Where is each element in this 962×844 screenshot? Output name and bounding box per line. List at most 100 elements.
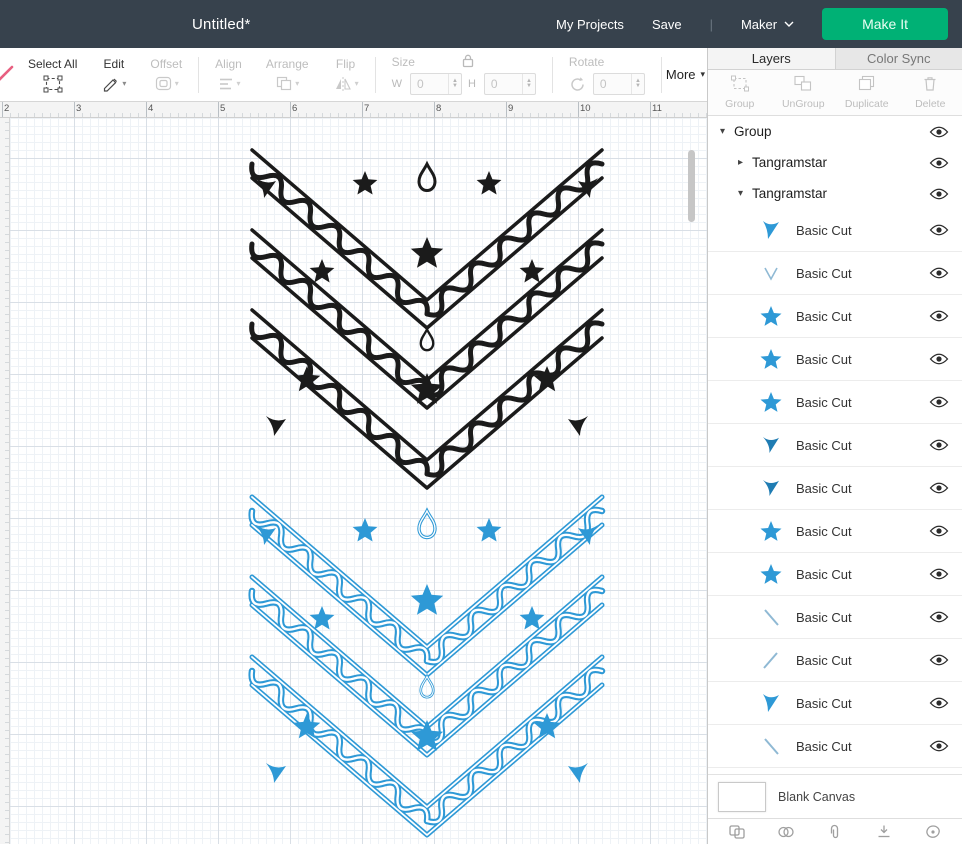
group-icon: [730, 75, 750, 95]
ruler-label: 3: [76, 103, 82, 114]
layer-group-row[interactable]: ▸ Tangramstar: [708, 147, 962, 178]
layer-group-row[interactable]: ▾ Tangramstar: [708, 178, 962, 209]
ruler-label: 10: [580, 103, 591, 114]
arrange-icon: [277, 76, 292, 91]
caret-icon[interactable]: ▾: [738, 188, 752, 199]
ruler-label: 11: [652, 103, 662, 114]
caret-icon[interactable]: ▸: [738, 157, 752, 168]
eye-icon[interactable]: [929, 188, 949, 200]
layer-list: ▾ Group ▸ Tangramstar ▾ Tangramstar Basi…: [708, 116, 962, 774]
layer-item-row[interactable]: Basic Cut: [708, 252, 962, 295]
edit-toolbar: Select All Edit ▾ Offset ▾ Align ▾ Arran…: [0, 48, 707, 102]
more-button[interactable]: More ▾: [666, 67, 705, 82]
layer-label: Basic Cut: [796, 652, 852, 668]
chevron-down-icon: ▾: [236, 78, 241, 88]
design-canvas[interactable]: [10, 118, 707, 844]
eye-icon[interactable]: [929, 126, 949, 138]
layer-item-row[interactable]: Basic Cut: [708, 553, 962, 596]
eye-icon[interactable]: [929, 439, 949, 451]
app-header: Untitled* My Projects Save | Maker Make …: [0, 0, 962, 48]
layer-item-row[interactable]: Basic Cut: [708, 510, 962, 553]
toolbar-separator: [198, 56, 200, 93]
make-it-button[interactable]: Make It: [822, 8, 948, 40]
machine-selector[interactable]: Maker: [741, 17, 794, 32]
eye-icon[interactable]: [929, 396, 949, 408]
size-controls: Size W 0 ▲ ▼ H 0 ▲ ▼: [380, 53, 548, 95]
eye-icon[interactable]: [929, 267, 949, 279]
layer-item-row[interactable]: Basic Cut: [708, 467, 962, 510]
height-input[interactable]: 0 ▲ ▼: [483, 72, 536, 95]
layer-label: Basic Cut: [796, 695, 852, 711]
eye-icon[interactable]: [929, 482, 949, 494]
group-action-button[interactable]: Group: [708, 70, 772, 115]
eye-icon[interactable]: [929, 224, 949, 236]
select-all-button[interactable]: Select All: [16, 57, 89, 93]
arrange-button[interactable]: Arrange ▾: [254, 57, 321, 93]
stepper-arrows[interactable]: ▲ ▼: [521, 73, 535, 94]
eye-icon[interactable]: [929, 740, 949, 752]
canvas-object-blue-pattern[interactable]: [248, 494, 606, 838]
document-title[interactable]: Untitled*: [192, 16, 251, 33]
delete-action-button[interactable]: Delete: [899, 70, 962, 115]
attach-icon[interactable]: [826, 824, 844, 840]
tab-layers[interactable]: Layers: [708, 48, 835, 69]
layer-label: Basic Cut: [796, 523, 852, 539]
layer-item-row[interactable]: Basic Cut: [708, 596, 962, 639]
eye-icon[interactable]: [929, 697, 949, 709]
save-link[interactable]: Save: [652, 17, 682, 32]
horizontal-ruler: 2 3 4 5 6 7 8 9 10 11: [0, 102, 707, 118]
chevron-down-icon: ▾: [354, 78, 359, 88]
duplicate-action-button[interactable]: Duplicate: [835, 70, 899, 115]
slice-icon[interactable]: [728, 824, 746, 840]
eye-icon[interactable]: [929, 310, 949, 322]
eye-icon[interactable]: [929, 157, 949, 169]
flip-button[interactable]: Flip ▾: [321, 57, 371, 93]
ruler-label: 5: [220, 103, 226, 114]
layer-label: Basic Cut: [796, 480, 852, 496]
layer-thumbnail: [758, 475, 784, 501]
flatten-icon[interactable]: [875, 824, 893, 840]
layer-item-row[interactable]: Basic Cut: [708, 639, 962, 682]
pen-tool-icon[interactable]: [0, 62, 16, 88]
blank-canvas-row[interactable]: Blank Canvas: [708, 774, 962, 818]
chevron-down-icon: [784, 21, 794, 27]
layer-item-row[interactable]: Basic Cut: [708, 209, 962, 252]
eye-icon[interactable]: [929, 654, 949, 666]
layer-item-row[interactable]: Basic Cut: [708, 381, 962, 424]
stepper-arrows[interactable]: ▲ ▼: [447, 73, 461, 94]
layer-item-row[interactable]: Basic Cut: [708, 338, 962, 381]
rotate-input[interactable]: 0 ▲ ▼: [592, 72, 645, 95]
align-button[interactable]: Align ▾: [203, 57, 254, 93]
ungroup-action-button[interactable]: UnGroup: [772, 70, 836, 115]
layer-item-row[interactable]: Basic Cut: [708, 682, 962, 725]
canvas-scrollbar[interactable]: [688, 150, 695, 222]
layer-item-row[interactable]: Basic Cut: [708, 295, 962, 338]
contour-icon[interactable]: [924, 824, 942, 840]
ruler-label: 6: [292, 103, 298, 114]
layer-label: Basic Cut: [796, 566, 852, 582]
rotate-icon: [571, 76, 584, 91]
canvas-color-swatch[interactable]: [718, 781, 766, 812]
tab-color-sync[interactable]: Color Sync: [834, 48, 962, 69]
rotate-label: Rotate: [568, 55, 605, 69]
caret-icon[interactable]: ▾: [720, 126, 734, 137]
my-projects-link[interactable]: My Projects: [556, 17, 624, 32]
layer-thumbnail: [758, 346, 784, 372]
blank-canvas-label: Blank Canvas: [778, 789, 856, 804]
layer-group-row[interactable]: ▾ Group: [708, 116, 962, 147]
chevron-down-icon: ▾: [295, 78, 300, 88]
layer-thumbnail: [758, 303, 784, 329]
eye-icon[interactable]: [929, 611, 949, 623]
stepper-arrows[interactable]: ▲ ▼: [630, 73, 644, 94]
eye-icon[interactable]: [929, 353, 949, 365]
canvas-object-black-pattern[interactable]: [249, 148, 605, 490]
layer-item-row[interactable]: Basic Cut: [708, 725, 962, 768]
lock-icon[interactable]: [461, 53, 475, 71]
edit-button[interactable]: Edit ▾: [89, 57, 138, 93]
eye-icon[interactable]: [929, 568, 949, 580]
offset-button[interactable]: Offset ▾: [138, 57, 194, 93]
layer-item-row[interactable]: Basic Cut: [708, 424, 962, 467]
weld-icon[interactable]: [777, 824, 795, 840]
eye-icon[interactable]: [929, 525, 949, 537]
width-input[interactable]: 0 ▲ ▼: [409, 72, 462, 95]
